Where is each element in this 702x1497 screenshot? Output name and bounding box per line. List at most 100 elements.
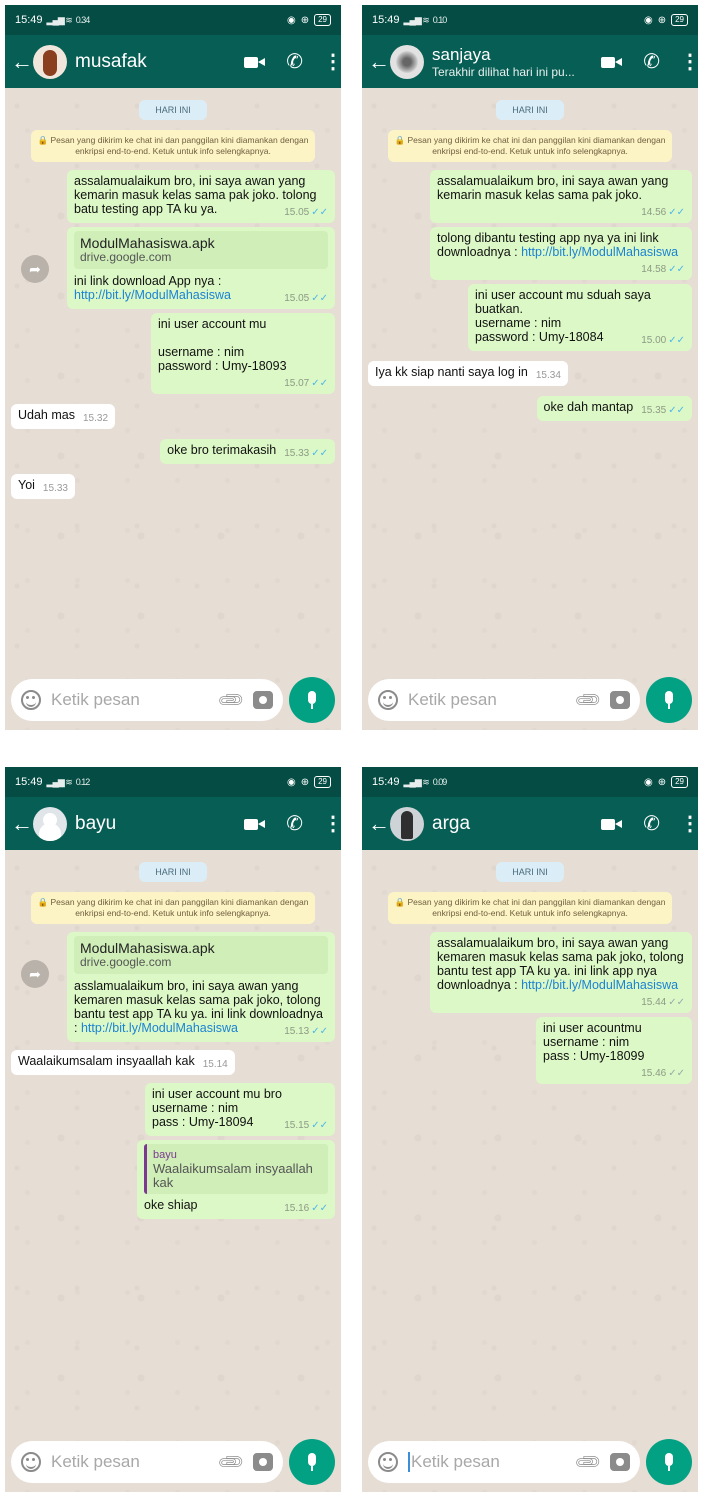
emoji-icon[interactable] [21,1452,41,1472]
microphone-icon [664,691,674,709]
encryption-notice[interactable]: 🔒 Pesan yang dikirim ke chat ini dan pan… [31,130,315,162]
message-input[interactable]: Ketik pesan 📎︎ [368,1441,640,1483]
message-list[interactable]: HARI INI 🔒 Pesan yang dikirim ke chat in… [362,850,698,1432]
message-bubble-outgoing[interactable]: ➦ ModulMahasiswa.apk drive.google.com in… [21,227,335,309]
message-list[interactable]: HARI INI 🔒 Pesan yang dikirim ke chat in… [5,850,341,1432]
phone-icon[interactable]: ✆ [643,814,660,834]
camera-icon[interactable] [253,691,273,709]
arrow-left-icon[interactable]: ← [11,50,33,73]
message-link[interactable]: http://bit.ly/ModulMahasiswa [521,245,678,259]
message-row: oke dah mantap 15.35 ✓✓ [368,396,692,421]
mic-button[interactable] [646,1439,692,1485]
message-bubble-outgoing[interactable]: ini user account mu bro username : nim p… [145,1083,335,1136]
message-link[interactable]: http://bit.ly/ModulMahasiswa [74,288,231,302]
mic-button[interactable] [289,1439,335,1485]
message-bubble-outgoing[interactable]: oke dah mantap 15.35 ✓✓ [536,396,692,421]
contact-title[interactable]: bayu [75,813,244,835]
more-vertical-icon[interactable]: ⋮ [680,52,698,72]
contact-title[interactable]: arga [432,813,601,835]
video-call-icon[interactable] [244,55,266,69]
emoji-icon[interactable] [378,1452,398,1472]
message-link[interactable]: http://bit.ly/ModulMahasiswa [81,1021,238,1035]
message-list[interactable]: HARI INI 🔒 Pesan yang dikirim ke chat in… [5,88,341,670]
camera-icon[interactable] [253,1453,273,1471]
camera-icon[interactable] [610,691,630,709]
vibrate-icon: ◉ [643,776,653,788]
mic-button[interactable] [289,677,335,723]
arrow-left-icon[interactable]: ← [11,812,33,835]
message-input[interactable]: Ketik pesan 📎︎ [368,679,640,721]
message-bubble-incoming[interactable]: Udah mas 15.32 [11,404,116,429]
message-placeholder[interactable]: Ketik pesan [408,1452,567,1472]
quoted-message[interactable]: bayu Waalaikumsalam insyaallah kak [144,1144,328,1194]
microphone-icon [664,1453,674,1471]
contact-title[interactable]: sanjaya Terakhir dilihat hari ini pu... [432,45,601,79]
avatar[interactable] [33,806,67,841]
arrow-left-icon[interactable]: ← [368,50,390,73]
encryption-notice[interactable]: 🔒 Pesan yang dikirim ke chat ini dan pan… [388,892,672,924]
vibrate-icon: ◉ [643,14,653,26]
message-link[interactable]: http://bit.ly/ModulMahasiswa [521,978,678,992]
message-placeholder[interactable]: Ketik pesan [408,690,567,710]
encryption-notice[interactable]: 🔒 Pesan yang dikirim ke chat ini dan pan… [31,892,315,924]
status-time: 15:49 [15,14,43,26]
message-bubble-incoming[interactable]: Iya kk siap nanti saya log in 15.34 [368,361,568,386]
emoji-icon[interactable] [21,690,41,710]
microphone-icon [307,691,317,709]
chat-screen-bayu: 15:49 ▂▄▆ ≋ 0.12 ◉ ⊕ 29 ← bayu ✆ ⋮ HARI INI … [5,767,341,1492]
contact-name: bayu [75,812,117,834]
message-bubble-outgoing[interactable]: bayu Waalaikumsalam insyaallah kak oke s… [137,1140,335,1219]
phone-icon[interactable]: ✆ [643,52,660,72]
message-time: 15.05 [284,293,310,304]
message-row: tolong dibantu testing app nya ya ini li… [418,227,692,280]
more-vertical-icon[interactable]: ⋮ [680,814,698,834]
camera-icon[interactable] [610,1453,630,1471]
message-text: ini user account mu username : nim passw… [158,317,287,373]
status-bar: 15:49 ▂▄▆ ≋ 0.10 ◉ ⊕ 29 [362,5,698,35]
link-preview[interactable]: ModulMahasiswa.apk drive.google.com [74,231,328,269]
message-bubble-outgoing[interactable]: ini user account mu sduah saya buatkan. … [468,284,692,351]
message-bubble-outgoing[interactable]: ini user account mu username : nim passw… [151,313,335,394]
message-bubble-outgoing[interactable]: assalamualaikum bro, ini saya awan yang … [430,170,692,223]
video-call-icon[interactable] [244,817,266,831]
arrow-left-icon[interactable]: ← [368,812,390,835]
message-input[interactable]: Ketik pesan 📎︎ [11,679,283,721]
message-placeholder[interactable]: Ketik pesan [51,690,210,710]
encryption-notice[interactable]: 🔒 Pesan yang dikirim ke chat ini dan pan… [388,130,672,162]
message-list[interactable]: HARI INI 🔒 Pesan yang dikirim ke chat in… [362,88,698,670]
message-bubble-incoming[interactable]: Yoi 15.33 [11,474,75,499]
message-bubble-outgoing[interactable]: ➦ ModulMahasiswa.apk drive.google.com as… [21,932,335,1042]
mic-button[interactable] [646,677,692,723]
message-input[interactable]: Ketik pesan 📎︎ [11,1441,283,1483]
message-bubble-outgoing[interactable]: tolong dibantu testing app nya ya ini li… [430,227,692,280]
avatar[interactable] [390,44,424,79]
read-receipt-icon: ✓✓ [311,207,328,218]
message-bubble-outgoing[interactable]: oke bro terimakasih 15.33 ✓✓ [160,439,335,464]
phone-icon[interactable]: ✆ [286,814,303,834]
message-placeholder[interactable]: Ketik pesan [51,1452,210,1472]
paperclip-icon[interactable]: 📎︎ [216,1446,247,1477]
avatar[interactable] [33,44,67,79]
more-vertical-icon[interactable]: ⋮ [323,814,341,834]
more-vertical-icon[interactable]: ⋮ [323,52,341,72]
phone-icon[interactable]: ✆ [286,52,303,72]
paperclip-icon[interactable]: 📎︎ [216,684,247,715]
message-bubble-outgoing[interactable]: ini user acountmu username : nim pass : … [536,1017,692,1084]
alarm-icon: ⊕ [657,14,667,26]
video-call-icon[interactable] [601,55,623,69]
status-bar: 15:49 ▂▄▆ ≋ 0.12 ◉ ⊕ 29 [5,767,341,797]
message-bubble-outgoing[interactable]: assalamualaikum bro, ini saya awan yang … [67,170,335,223]
video-call-icon[interactable] [601,817,623,831]
contact-title[interactable]: musafak [75,51,244,73]
forward-icon[interactable]: ➦ [21,960,49,988]
message-bubble-outgoing[interactable]: assalamualaikum bro, ini saya awan yang … [430,932,692,1013]
avatar[interactable] [390,806,424,841]
paperclip-icon[interactable]: 📎︎ [573,684,604,715]
link-preview[interactable]: ModulMahasiswa.apk drive.google.com [74,936,328,974]
emoji-icon[interactable] [378,690,398,710]
forward-icon[interactable]: ➦ [21,255,49,283]
paperclip-icon[interactable]: 📎︎ [573,1446,604,1477]
contact-name: arga [432,812,471,834]
message-bubble-incoming[interactable]: Waalaikumsalam insyaallah kak 15.14 [11,1050,235,1075]
message-time: 15.14 [202,1059,228,1070]
